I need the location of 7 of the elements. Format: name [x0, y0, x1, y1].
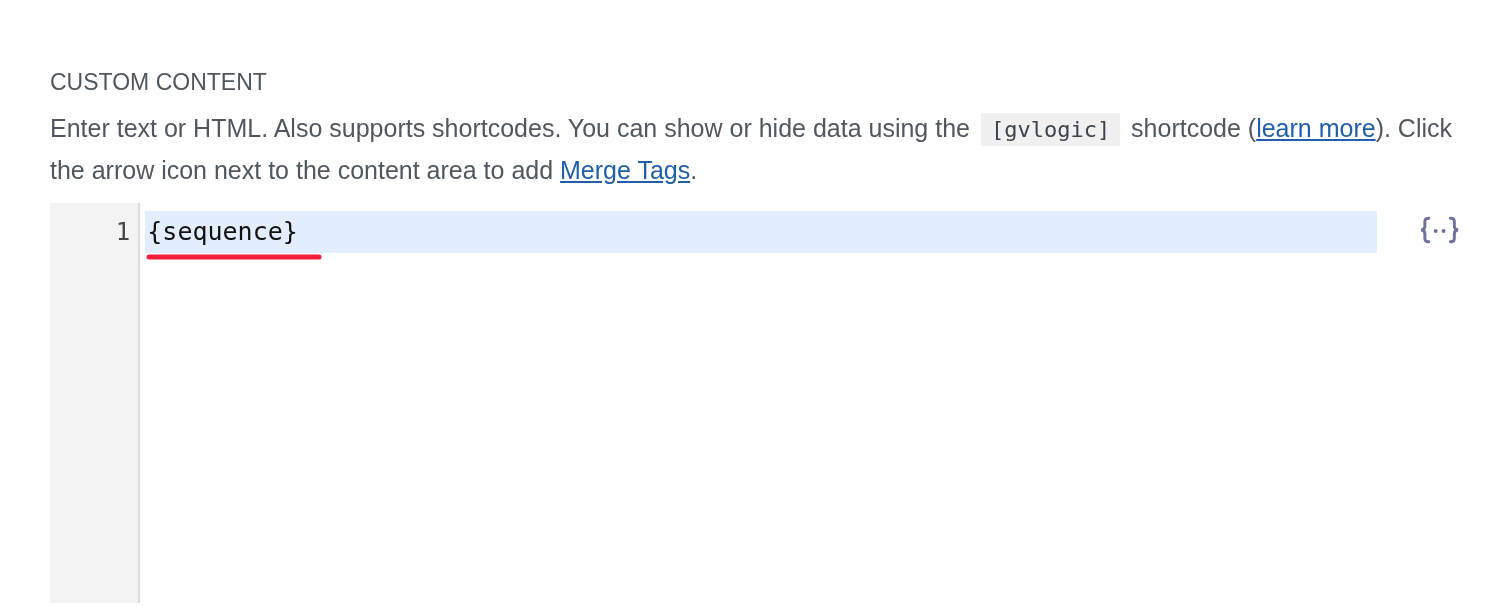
- link[interactable]: learn more: [1256, 114, 1376, 142]
- inline-code: [gvlogic]: [980, 113, 1121, 146]
- link[interactable]: Merge Tags: [560, 156, 691, 184]
- section-title: CUSTOM CONTENT: [50, 68, 268, 97]
- line-number: 1: [114, 217, 132, 248]
- description-text: Enter text or HTML. Also supports shortcodes. You can show or hide data using the [gvlogic] shortcode (learn more). Click the arrow icon next to the content area to add Merge Tags.: [50, 112, 1454, 186]
- merge-tags-icon[interactable]: [1418, 215, 1460, 245]
